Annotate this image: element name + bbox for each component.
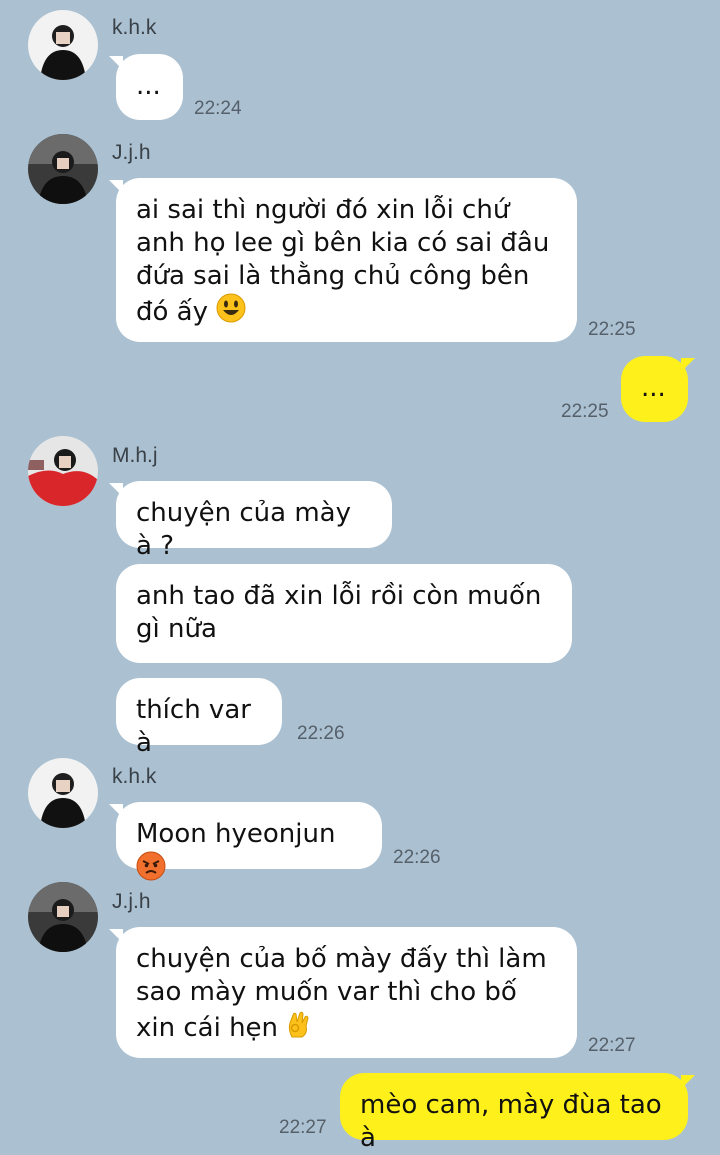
message-bubble[interactable]: ...: [621, 356, 695, 422]
message-bubble[interactable]: ai sai thì người đó xin lỗi chứ anh họ l…: [109, 178, 577, 342]
message-text: Moon hyeonjun: [136, 819, 336, 849]
message-text: mèo cam, mày đùa tao à: [360, 1090, 662, 1153]
sender-name: k.h.k: [112, 765, 157, 788]
message-time: 22:26: [297, 723, 345, 744]
sender-name: M.h.j: [112, 444, 158, 467]
message-bubble[interactable]: mèo cam, mày đùa tao à: [340, 1073, 695, 1153]
message-bubble[interactable]: ...: [109, 54, 183, 120]
message-bubble[interactable]: chuyện của mày à ?: [109, 481, 392, 561]
avatar-jjh[interactable]: [28, 134, 98, 204]
message-text: ...: [641, 373, 666, 403]
avatar-khk[interactable]: [28, 10, 98, 80]
message-text: chuyện của bố mày đấy thì làm sao mày mu…: [136, 944, 547, 1043]
message-text: thích var à: [136, 695, 251, 758]
message-time: 22:25: [561, 401, 609, 422]
message-bubble[interactable]: anh tao đã xin lỗi rồi còn muốn gì nữa: [116, 564, 572, 663]
sender-name: J.j.h: [112, 890, 151, 913]
avatar-khk[interactable]: [28, 758, 98, 828]
message-time: 22:27: [588, 1035, 636, 1056]
message-bubble[interactable]: chuyện của bố mày đấy thì làm sao mày mu…: [109, 927, 577, 1058]
message-time: 22:24: [194, 98, 242, 119]
message-bubble[interactable]: Moon hyeonjun: [109, 802, 382, 881]
sender-name: J.j.h: [112, 141, 151, 164]
avatar-jjh[interactable]: [28, 882, 98, 952]
message-text: anh tao đã xin lỗi rồi còn muốn gì nữa: [136, 581, 542, 644]
message-bubble[interactable]: thích var à: [116, 678, 282, 758]
message-text: ai sai thì người đó xin lỗi chứ anh họ l…: [136, 195, 550, 327]
message-time: 22:26: [393, 847, 441, 868]
avatar-mhj[interactable]: [28, 436, 98, 506]
message-time: 22:27: [279, 1117, 327, 1138]
message-time: 22:25: [588, 319, 636, 340]
smiley-emoji: [216, 293, 246, 332]
message-text: ...: [136, 71, 161, 101]
chat-room: k.h.k ... 22:24 J.j.h ai sai thì người đ…: [0, 0, 720, 1153]
ok-hand-emoji: [286, 1009, 312, 1048]
message-text: chuyện của mày à ?: [136, 498, 351, 561]
angry-face-emoji: [136, 851, 166, 890]
sender-name: k.h.k: [112, 16, 157, 39]
